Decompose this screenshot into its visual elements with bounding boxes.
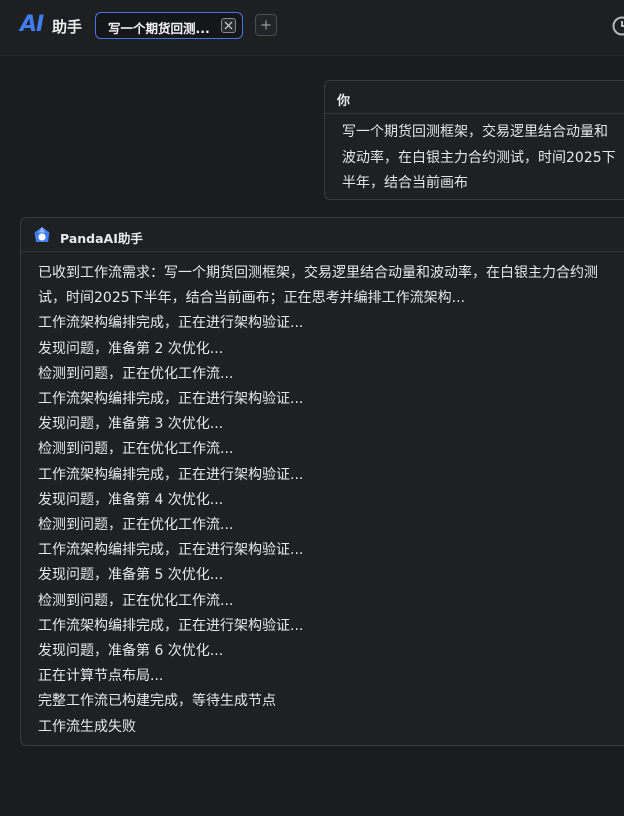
app-logo: AI [20, 12, 44, 37]
tab-label: 写一个期货回测... [108, 21, 210, 36]
assistant-line: 发现问题，准备第 6 次优化... [38, 643, 224, 660]
assistant-line: 工作流架构编排完成，正在进行架构验证... [38, 315, 304, 332]
add-tab-button[interactable] [255, 14, 277, 36]
assistant-line: 检测到问题，正在优化工作流... [38, 441, 234, 458]
top-bar: AI 助手 写一个期货回测... [0, 0, 624, 56]
assistant-message-header: PandaAI助手 [21, 218, 624, 252]
assistant-message-body: 已收到工作流需求：写一个期货回测框架，交易逻里结合动量和波动率，在白银主力合约测… [38, 261, 610, 740]
assistant-line: 工作流架构编排完成，正在进行架构验证... [38, 542, 304, 559]
panda-logo-icon [34, 227, 50, 242]
assistant-line: 发现问题，准备第 4 次优化... [38, 491, 224, 508]
assistant-line: 检测到问题，正在优化工作流... [38, 365, 234, 382]
plus-icon [261, 20, 271, 30]
assistant-line: 发现问题，准备第 5 次优化... [38, 567, 224, 584]
assistant-line: 检测到问题，正在优化工作流... [38, 517, 234, 534]
app-title: 助手 [52, 18, 83, 36]
assistant-line: 工作流架构编排完成，正在进行架构验证... [38, 391, 304, 408]
close-icon[interactable] [221, 18, 236, 33]
user-message: 你 写一个期货回测框架，交易逻里结合动量和波动率，在白银主力合约测试，时间202… [324, 80, 624, 200]
assistant-line: 正在计算节点布局... [38, 668, 164, 685]
assistant-name: PandaAI助手 [60, 231, 143, 246]
assistant-message: PandaAI助手 已收到工作流需求：写一个期货回测框架，交易逻里结合动量和波动… [20, 217, 624, 746]
user-name: 你 [337, 94, 351, 109]
assistant-line: 发现问题，准备第 2 次优化... [38, 340, 224, 357]
assistant-line: 完整工作流已构建完成，等待生成节点 [38, 693, 276, 710]
clock-icon[interactable] [611, 15, 624, 37]
tab-chat-session[interactable]: 写一个期货回测... [95, 12, 243, 39]
assistant-line: 检测到问题，正在优化工作流... [38, 592, 234, 609]
assistant-line: 已收到工作流需求：写一个期货回测框架，交易逻里结合动量和波动率，在白银主力合约测… [38, 265, 598, 307]
assistant-line: 发现问题，准备第 3 次优化... [38, 416, 224, 433]
assistant-line: 工作流生成失败 [38, 718, 136, 735]
user-message-text: 写一个期货回测框架，交易逻里结合动量和波动率，在白银主力合约测试，时间2025下… [342, 124, 616, 191]
assistant-line: 工作流架构编排完成，正在进行架构验证... [38, 466, 304, 483]
assistant-line: 工作流架构编排完成，正在进行架构验证... [38, 617, 304, 634]
user-message-header: 你 [325, 81, 624, 114]
